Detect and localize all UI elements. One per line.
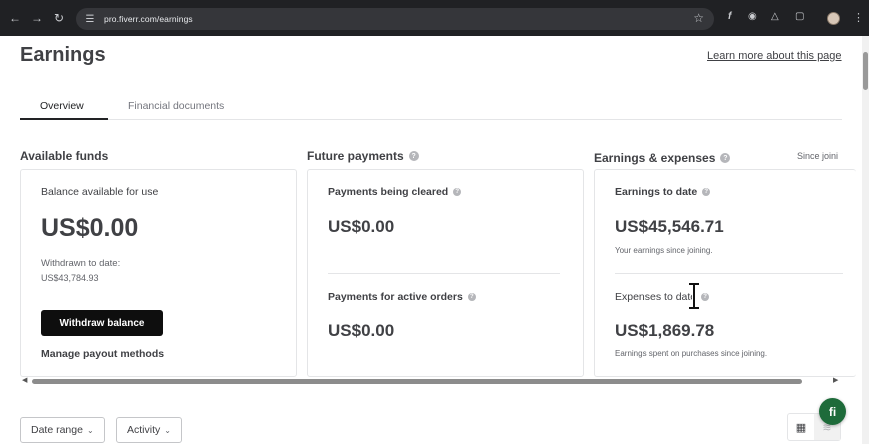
earnings-expenses-card: Earnings to date ? US$45,546.71 Your ear… [594,169,856,377]
expenses-to-date-value: US$1,869.78 [615,321,715,340]
page-title: Earnings [20,44,106,66]
browser-menu-icon[interactable]: ⋮ [853,11,864,24]
help-icon[interactable]: ? [720,153,731,163]
chevron-down-icon: ⌄ [86,425,94,435]
earnings-expenses-title: Earnings & expenses ? [594,151,731,165]
tab-bar: Overview Financial documents [20,96,842,120]
back-arrow-icon[interactable]: ← [6,9,24,27]
earnings-to-date-label: Earnings to date ? [615,186,711,198]
expenses-to-date-label-text: Expenses to date [615,291,697,303]
reload-icon[interactable]: ↻ [50,9,68,27]
payments-active-value: US$0.00 [328,321,395,340]
chevron-down-icon: ⌄ [164,425,171,435]
vertical-scrollbar[interactable] [862,36,869,444]
extension-font-icon[interactable]: f [728,11,731,22]
address-bar[interactable]: ☰ pro.fiverr.com/earnings ☆ [76,8,714,30]
extension-camera-icon[interactable]: ◉ [748,11,757,22]
available-funds-card: Balance available for use US$0.00 Withdr… [20,169,297,377]
active-tab-indicator [20,118,108,120]
scroll-right-arrow-icon[interactable]: ▶ [833,376,838,384]
date-range-label: Date range [31,424,83,436]
help-icon[interactable]: ? [408,151,419,161]
help-icon[interactable]: ? [702,188,711,196]
earnings-expenses-title-text: Earnings & expenses [594,151,716,165]
horizontal-scroll-thumb[interactable] [32,379,802,384]
available-funds-title: Available funds [20,149,108,163]
balance-value: US$0.00 [41,214,139,242]
url-text[interactable]: pro.fiverr.com/earnings [104,14,193,24]
vertical-scroll-thumb[interactable] [863,52,868,90]
earnings-page: Earnings Learn more about this page Over… [0,36,862,444]
table-view-icon[interactable]: ▦ [788,414,814,440]
date-range-dropdown[interactable]: Date range ⌄ [20,417,105,443]
horizontal-scrollbar[interactable]: ◀ ▶ [20,375,842,387]
fiverr-chat-bubble[interactable]: fi [819,398,846,425]
learn-more-link[interactable]: Learn more about this page [707,50,842,62]
tab-overview[interactable]: Overview [40,100,84,112]
help-icon[interactable]: ? [453,188,462,196]
help-icon[interactable]: ? [701,293,710,301]
activity-label: Activity [127,424,161,436]
expenses-note: Earnings spent on purchases since joinin… [615,349,768,358]
earnings-to-date-label-text: Earnings to date [615,186,698,198]
future-payments-card: Payments being cleared ? US$0.00 Payment… [307,169,584,377]
site-settings-icon[interactable]: ☰ [82,11,98,27]
withdrawn-value: US$43,784.93 [41,273,99,283]
payments-active-label: Payments for active orders ? [328,291,476,303]
text-cursor-icon [689,283,699,309]
extensions-puzzle-icon[interactable]: ▢ [795,11,804,22]
payments-cleared-label-text: Payments being cleared [328,186,449,198]
payments-cleared-label: Payments being cleared ? [328,186,462,198]
available-funds-title-text: Available funds [20,149,109,163]
forward-arrow-icon[interactable]: → [28,9,46,27]
payments-cleared-value: US$0.00 [328,217,395,236]
card-divider [328,273,560,274]
payments-active-label-text: Payments for active orders [328,291,463,303]
profile-avatar[interactable] [827,12,840,25]
since-joining-filter[interactable]: Since joini [797,151,838,161]
future-payments-title-text: Future payments [307,149,404,163]
earnings-to-date-value: US$45,546.71 [615,217,724,236]
tab-financial-documents[interactable]: Financial documents [128,100,224,112]
manage-payout-methods-link[interactable]: Manage payout methods [41,348,164,360]
balance-label: Balance available for use [41,186,159,198]
withdraw-balance-button[interactable]: Withdraw balance [41,310,163,336]
extension-drive-icon[interactable]: △ [771,11,779,22]
help-icon[interactable]: ? [467,293,476,301]
earnings-note: Your earnings since joining. [615,246,713,255]
scroll-left-arrow-icon[interactable]: ◀ [22,376,27,384]
withdrawn-label: Withdrawn to date: [41,258,121,269]
bookmark-star-icon[interactable]: ☆ [693,11,704,25]
activity-dropdown[interactable]: Activity ⌄ [116,417,182,443]
card-divider [615,273,843,274]
future-payments-title: Future payments ? [307,149,419,163]
browser-toolbar: ← → ↻ ☰ pro.fiverr.com/earnings ☆ f ◉ △ … [0,0,869,36]
